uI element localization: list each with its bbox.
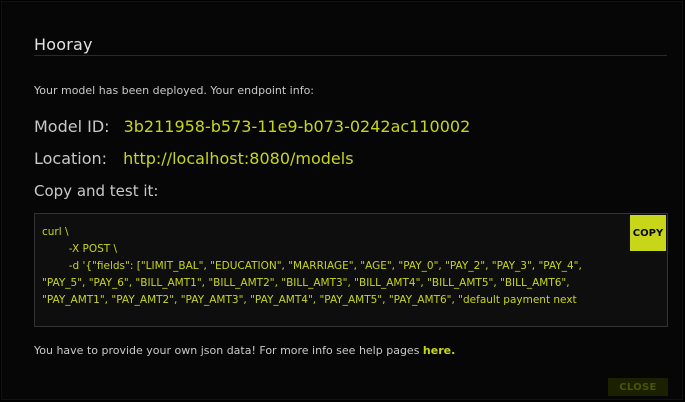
copy-button[interactable]: COPY — [630, 215, 666, 251]
location-row: Location: http://localhost:8080/models — [34, 149, 354, 168]
location-value: http://localhost:8080/models — [123, 149, 354, 168]
help-note: You have to provide your own json data! … — [34, 344, 455, 357]
curl-command[interactable]: curl \ -X POST \ -d '{"fields": ["LIMIT_… — [42, 224, 621, 309]
modal-title: Hooray — [34, 35, 93, 54]
close-button[interactable]: CLOSE — [608, 378, 668, 396]
model-id-row: Model ID: 3b211958-b573-11e9-b073-0242ac1… — [34, 117, 470, 136]
deployment-modal: Hooray Your model has been deployed. You… — [1, 1, 683, 400]
help-text: You have to provide your own json data! … — [34, 344, 423, 357]
title-divider — [34, 55, 667, 56]
code-snippet-box[interactable]: curl \ -X POST \ -d '{"fields": ["LIMIT_… — [34, 213, 668, 327]
help-link[interactable]: here. — [423, 344, 455, 357]
model-id-value: 3b211958-b573-11e9-b073-0242ac110002 — [123, 117, 471, 136]
deploy-message: Your model has been deployed. Your endpo… — [34, 84, 315, 97]
location-label: Location: — [34, 149, 108, 168]
copy-heading: Copy and test it: — [34, 182, 159, 200]
model-id-label: Model ID: — [34, 117, 110, 136]
